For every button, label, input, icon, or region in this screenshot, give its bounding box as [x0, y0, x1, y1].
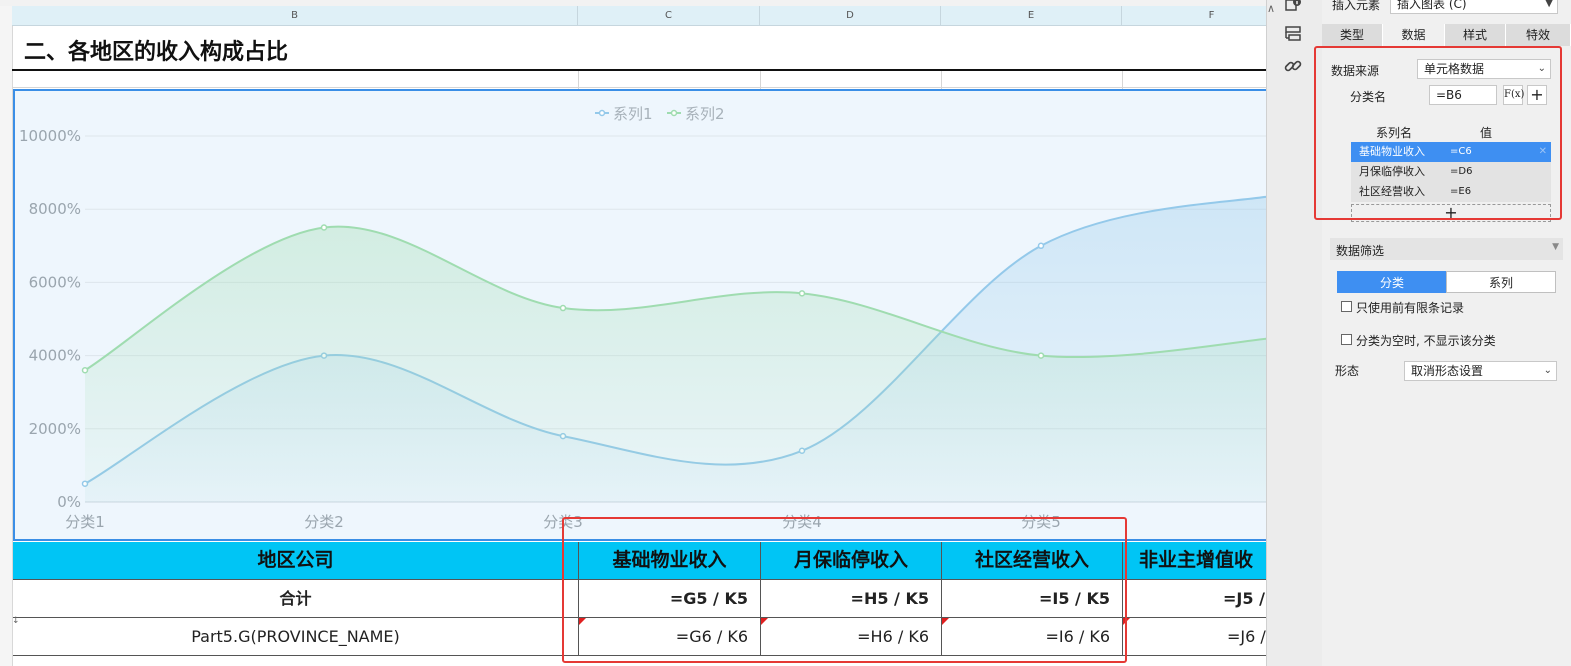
filter-tab-category[interactable]: 分类 [1337, 271, 1447, 293]
y-tick-label: 0% [57, 493, 81, 511]
column-header-d[interactable]: D [760, 6, 941, 25]
y-tick-label: 4000% [29, 347, 81, 365]
shape-select[interactable]: 取消形态设置 ⌄ [1404, 361, 1557, 381]
row-expand-arrow-icon[interactable]: ↓ [12, 616, 20, 626]
card-icon[interactable] [1283, 24, 1303, 44]
chevron-down-icon: ▼ [1545, 0, 1553, 9]
shape-value: 取消形态设置 [1411, 364, 1484, 378]
tab-type[interactable]: 类型 [1322, 24, 1383, 46]
legend-label: 系列2 [685, 105, 725, 123]
x-tick-label: 分类1 [65, 513, 105, 531]
collapse-arrow-icon: ▼ [1552, 242, 1559, 252]
data-point [798, 290, 806, 297]
data-point [81, 366, 89, 374]
page-title[interactable]: 二、各地区的收入构成占比 [24, 34, 288, 66]
insert-element-value: 插入图表 (C) [1397, 0, 1467, 11]
gridline [578, 71, 579, 89]
header-non-owner-income[interactable]: 非业主增值收 [1123, 542, 1266, 580]
annotation-highlight-box [1314, 46, 1562, 220]
spreadsheet-area[interactable]: B C D E F 二、各地区的收入构成占比 0% 2000% 4000% 6000%… [0, 0, 1266, 666]
chevron-down-icon: ⌄ [1543, 365, 1552, 376]
x-tick-label: 分类2 [304, 513, 344, 531]
gridline [12, 87, 1266, 88]
legend-marker [670, 109, 678, 117]
tab-data[interactable]: 数据 [1383, 24, 1445, 46]
column-header-c[interactable]: C [578, 6, 760, 25]
tab-effects[interactable]: 特效 [1506, 24, 1571, 46]
data-filter-label: 数据筛选 [1336, 244, 1385, 258]
column-header-f[interactable]: F [1122, 6, 1266, 25]
shape-label: 形态 [1335, 364, 1360, 378]
link-icon[interactable] [1283, 56, 1303, 76]
column-header-bar: B C D E F [12, 6, 1266, 26]
y-tick-label: 2000% [29, 420, 81, 438]
title-underline [12, 69, 1266, 71]
summary-formula-cell[interactable]: =J5 / [1123, 580, 1266, 618]
insert-element-label: 插入元素 [1332, 0, 1381, 12]
area-chart: 0%2000%4000%6000%8000%10000%分类1 分类2 分类3 分类4… [19, 105, 1266, 531]
data-formula-cell[interactable]: =J6 / [1123, 618, 1266, 656]
y-tick-label: 6000% [29, 273, 81, 291]
tab-style[interactable]: 样式 [1445, 24, 1506, 46]
y-tick-label: 10000% [19, 127, 81, 145]
info-icon[interactable] [1283, 0, 1303, 16]
data-province-cell[interactable]: Part5.G(PROVINCE_NAME) [13, 618, 579, 656]
hide-empty-category-checkbox[interactable] [1341, 334, 1352, 345]
legend-marker [598, 109, 606, 117]
data-formula-text: =J6 / [1227, 627, 1266, 646]
data-point [1037, 242, 1045, 250]
data-filter-header[interactable]: 数据筛选 ▼ [1330, 238, 1563, 260]
insert-element-select[interactable]: 插入图表 (C) ▼ [1390, 0, 1558, 14]
data-point [559, 304, 567, 312]
limit-records-checkbox[interactable] [1341, 301, 1352, 312]
filter-tab-series[interactable]: 系列 [1446, 271, 1556, 293]
gridline [760, 71, 761, 89]
gridline [941, 71, 942, 89]
summary-label-cell[interactable]: 合计 [13, 580, 579, 618]
row-header-gutter[interactable] [0, 6, 13, 666]
chart-container[interactable]: 0% 2000% 4000% 6000% 8000% 10000% 分类1 分类2 分类3 分类4… [13, 89, 1266, 541]
data-point [320, 224, 328, 231]
legend-label: 系列1 [613, 105, 653, 123]
data-point [1037, 352, 1045, 359]
column-header-b[interactable]: B [12, 6, 578, 25]
limit-records-label: 只使用前有限条记录 [1356, 301, 1465, 315]
column-header-e[interactable]: E [941, 6, 1122, 25]
annotation-highlight-box [562, 517, 1127, 663]
scroll-up-icon[interactable]: ∧ [1267, 2, 1279, 22]
header-region-company[interactable]: 地区公司 [13, 542, 579, 580]
y-tick-label: 8000% [29, 200, 81, 218]
hide-empty-category-label: 分类为空时, 不显示该分类 [1356, 334, 1496, 348]
gridline [1122, 71, 1123, 89]
